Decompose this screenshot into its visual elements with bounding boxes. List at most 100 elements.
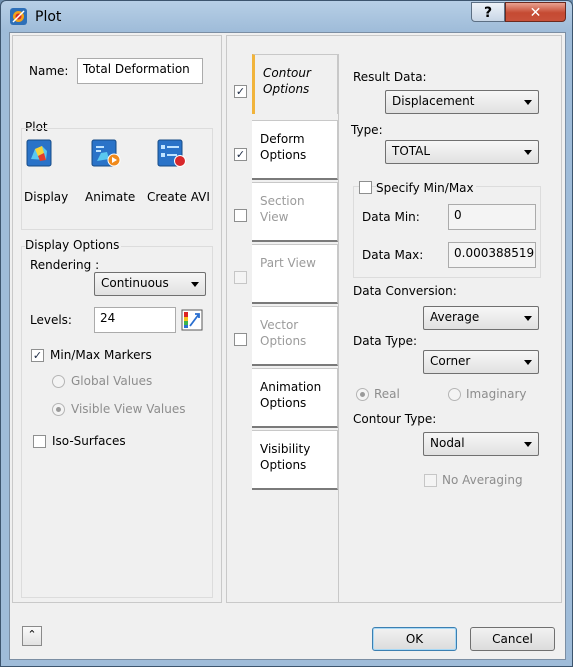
data-conversion-label: Data Conversion: [353, 284, 457, 298]
levels-input[interactable]: 24 [94, 307, 176, 333]
tab-label: Deform [260, 132, 305, 146]
display-icon [26, 139, 52, 167]
create-avi-button[interactable] [157, 139, 186, 167]
chevron-down-icon [191, 282, 199, 287]
data-min-label: Data Min: [362, 210, 420, 224]
tab-part-view-checkbox[interactable] [234, 271, 247, 284]
chevron-down-icon [524, 360, 532, 365]
tab-label: Visibility [260, 442, 311, 456]
create-avi-icon [157, 139, 186, 167]
data-type-select[interactable]: Corner [423, 350, 539, 374]
chevron-down-icon [524, 100, 532, 105]
cancel-button[interactable]: Cancel [470, 627, 555, 651]
minmax-markers-checkbox[interactable]: ✓ [31, 349, 44, 362]
radio-dot [56, 407, 61, 412]
specify-minmax-label: Specify Min/Max [376, 181, 476, 195]
tab-label: Animation [260, 380, 322, 394]
tab-label: Options [263, 82, 310, 96]
tab-label: Vector [260, 318, 299, 332]
contour-type-value: Nodal [430, 436, 465, 450]
real-radio[interactable] [356, 388, 369, 401]
result-data-value: Displacement [392, 94, 475, 108]
no-averaging-label: No Averaging [442, 473, 523, 487]
tab-label: Options [260, 396, 307, 410]
window-title: Plot [35, 9, 62, 25]
display-options-label: Display Options [25, 238, 122, 252]
global-values-label: Global Values [71, 374, 153, 388]
chevron-down-icon [524, 316, 532, 321]
contour-type-label: Contour Type: [353, 412, 437, 426]
chevron-down-icon [524, 442, 532, 447]
title-bar[interactable]: Plot ? ✕ [1, 1, 572, 33]
display-button[interactable] [26, 139, 52, 167]
data-max-label: Data Max: [362, 248, 424, 262]
result-data-select[interactable]: Displacement [385, 90, 539, 114]
tab-visibility-options[interactable]: Visibility Options [252, 430, 338, 490]
tab-label: Options [260, 148, 307, 162]
type-label: Type: [351, 123, 383, 137]
levels-label: Levels: [30, 313, 72, 327]
display-button-label: Display [24, 190, 69, 204]
visible-view-values-label: Visible View Values [71, 402, 186, 416]
animate-icon [91, 139, 121, 167]
contour-type-select[interactable]: Nodal [423, 432, 539, 456]
tab-label: Section View [260, 194, 305, 224]
tab-label: Part View [260, 256, 316, 270]
data-conversion-value: Average [430, 310, 480, 324]
tab-section-view-checkbox[interactable] [234, 209, 247, 222]
tab-contour-checkbox[interactable]: ✓ [234, 85, 247, 98]
dialog-body: Name: Total Deformation Plot Display Ani… [9, 32, 566, 660]
double-chevron-up-icon: ⌃ [27, 628, 37, 641]
name-input[interactable]: Total Deformation [77, 58, 203, 84]
app-icon [10, 8, 27, 25]
close-button[interactable]: ✕ [505, 2, 566, 22]
iso-surfaces-checkbox[interactable] [33, 435, 46, 448]
right-panel: Contour Options ✓ Deform Options ✓ Secti… [226, 35, 562, 603]
minmax-markers-label: Min/Max Markers [50, 348, 152, 362]
rendering-label: Rendering : [30, 258, 100, 272]
no-averaging-checkbox[interactable] [424, 474, 437, 487]
rendering-value: Continuous [101, 276, 169, 290]
visible-view-values-radio[interactable] [52, 403, 65, 416]
help-button[interactable]: ? [471, 2, 505, 22]
iso-surfaces-label: Iso-Surfaces [52, 434, 126, 448]
tab-deform-options[interactable]: Deform Options [252, 120, 338, 180]
tab-label: Options [260, 334, 307, 348]
rendering-select[interactable]: Continuous [94, 272, 206, 296]
collapse-button[interactable]: ⌃ [22, 626, 42, 646]
name-label: Name: [29, 64, 69, 78]
color-scale-icon [181, 309, 203, 331]
data-min-input[interactable]: 0 [448, 204, 536, 230]
display-options-group [21, 246, 213, 598]
ok-button[interactable]: OK [372, 627, 457, 651]
result-data-label: Result Data: [353, 70, 427, 84]
data-max-input[interactable]: 0.000388519 [448, 242, 536, 268]
tab-contour-options[interactable]: Contour Options [252, 54, 338, 114]
specify-minmax-checkbox[interactable] [359, 181, 372, 194]
real-label: Real [374, 387, 400, 401]
tab-animation-options[interactable]: Animation Options [252, 368, 338, 428]
animate-button-label: Animate [85, 190, 136, 204]
tab-label: Contour [263, 66, 311, 80]
tab-label: Options [260, 458, 307, 472]
create-avi-button-label: Create AVI [147, 190, 210, 204]
tab-vector-checkbox[interactable] [234, 333, 247, 346]
data-conversion-select[interactable]: Average [423, 306, 539, 330]
imaginary-label: Imaginary [466, 387, 527, 401]
type-select[interactable]: TOTAL [385, 140, 539, 164]
animate-button[interactable] [91, 139, 121, 167]
radio-dot [360, 392, 365, 397]
tab-deform-checkbox[interactable]: ✓ [234, 148, 247, 161]
plot-dialog: Plot ? ✕ Name: Total Deformation Plot Di… [0, 0, 573, 667]
levels-color-button[interactable] [181, 309, 203, 331]
data-type-label: Data Type: [353, 334, 418, 348]
left-panel: Name: Total Deformation Plot Display Ani… [12, 35, 222, 603]
tab-section-view[interactable]: Section View [252, 182, 338, 242]
tab-vector-options[interactable]: Vector Options [252, 306, 338, 366]
imaginary-radio[interactable] [448, 388, 461, 401]
tab-part-view[interactable]: Part View [252, 244, 338, 304]
global-values-radio[interactable] [52, 375, 65, 388]
data-type-value: Corner [430, 354, 471, 368]
type-value: TOTAL [392, 144, 431, 158]
chevron-down-icon [524, 150, 532, 155]
